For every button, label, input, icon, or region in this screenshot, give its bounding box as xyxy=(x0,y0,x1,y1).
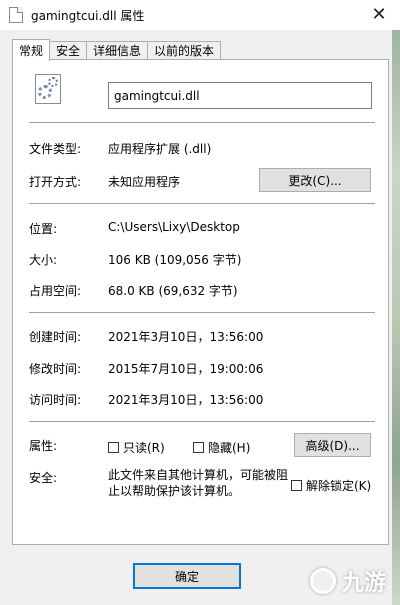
divider xyxy=(29,421,375,422)
window-title: gamingtcui.dll 属性 xyxy=(31,8,145,23)
readonly-label: 只读(R) xyxy=(123,441,165,455)
checkbox-box[interactable] xyxy=(108,442,119,453)
created-label: 创建时间: xyxy=(29,330,82,344)
advanced-button[interactable]: 高级(D)... xyxy=(294,433,371,457)
brand-logo-icon xyxy=(309,568,336,594)
tab-general[interactable]: 常规 xyxy=(12,39,51,61)
change-button[interactable]: 更改(C)... xyxy=(259,168,371,192)
divider xyxy=(29,203,375,204)
divider xyxy=(29,312,375,313)
unblock-label: 解除锁定(K) xyxy=(306,479,372,493)
hidden-label: 隐藏(H) xyxy=(208,441,251,455)
readonly-checkbox[interactable]: 只读(R) xyxy=(108,439,165,456)
modified-label: 修改时间: xyxy=(29,362,82,376)
watermark: 九游 xyxy=(309,565,386,597)
size-on-disk-label: 占用空间: xyxy=(29,284,82,298)
tab-security[interactable]: 安全 xyxy=(49,41,88,60)
file-icon xyxy=(9,7,23,23)
location-label: 位置: xyxy=(29,222,58,236)
file-name-input[interactable] xyxy=(108,82,372,109)
accessed-label: 访问时间: xyxy=(29,393,82,407)
file-type-value: 应用程序扩展 (.dll) xyxy=(108,142,212,156)
opens-with-label: 打开方式: xyxy=(29,175,82,189)
close-icon[interactable]: ✕ xyxy=(368,4,390,26)
background-artwork xyxy=(392,30,400,605)
modified-value: 2015年7月10日，19:00:06 xyxy=(108,362,264,376)
security-message: 此文件来自其他计算机，可能被阻止以帮助保护该计算机。 xyxy=(108,468,289,498)
watermark-text: 九游 xyxy=(341,571,386,596)
small-gear-icon xyxy=(48,77,58,87)
ok-button[interactable]: 确定 xyxy=(133,563,241,589)
size-value: 106 KB (109,056 字节) xyxy=(108,253,242,267)
divider xyxy=(29,122,375,123)
size-label: 大小: xyxy=(29,253,58,267)
file-type-label: 文件类型: xyxy=(29,142,82,156)
attributes-label: 属性: xyxy=(29,439,58,453)
tab-previous-versions[interactable]: 以前的版本 xyxy=(147,41,222,60)
security-label: 安全: xyxy=(29,471,58,485)
checkbox-box[interactable] xyxy=(193,442,204,453)
tab-bar: 常规 安全 详细信息 以前的版本 xyxy=(12,38,222,61)
gear-icon xyxy=(38,85,52,99)
accessed-value: 2021年3月10日，13:56:00 xyxy=(108,393,264,407)
opens-with-value: 未知应用程序 xyxy=(108,175,181,189)
general-panel: 文件类型: 应用程序扩展 (.dll) 打开方式: 未知应用程序 更改(C)..… xyxy=(12,59,389,545)
tab-details[interactable]: 详细信息 xyxy=(86,41,149,60)
dll-file-icon xyxy=(35,74,61,104)
title-bar: gamingtcui.dll 属性 ✕ xyxy=(0,0,400,30)
unblock-checkbox[interactable]: 解除锁定(K) xyxy=(291,477,371,494)
checkbox-box[interactable] xyxy=(291,480,302,491)
size-on-disk-value: 68.0 KB (69,632 字节) xyxy=(108,284,238,298)
location-value: C:\Users\Lixy\Desktop xyxy=(108,220,240,234)
hidden-checkbox[interactable]: 隐藏(H) xyxy=(193,439,250,456)
created-value: 2021年3月10日，13:56:00 xyxy=(108,330,264,344)
